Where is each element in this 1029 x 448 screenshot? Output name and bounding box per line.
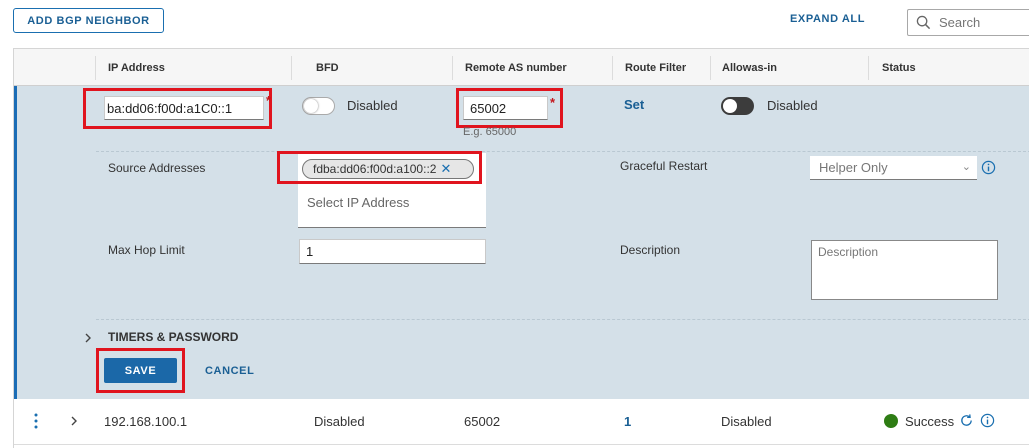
highlight-ip-address	[83, 88, 272, 129]
column-header-status[interactable]: Status	[882, 62, 916, 74]
timers-password-section[interactable]: TIMERS & PASSWORD	[108, 330, 238, 344]
highlight-remote-as	[456, 88, 563, 128]
allowas-in-state-label: Disabled	[767, 98, 818, 113]
column-header-remote-as[interactable]: Remote AS number	[465, 62, 567, 74]
route-filter-set-link[interactable]: Set	[624, 97, 644, 112]
graceful-restart-value: Helper Only	[819, 160, 888, 175]
row-remote-as: 65002	[464, 414, 501, 429]
chevron-down-icon: ⌄	[961, 161, 971, 173]
select-ip-placeholder[interactable]: Select IP Address	[307, 195, 409, 210]
description-textarea[interactable]: Description	[811, 240, 998, 300]
search-icon	[916, 15, 931, 30]
status-success-dot	[884, 414, 898, 428]
column-header-bfd[interactable]: BFD	[316, 62, 339, 74]
bfd-toggle[interactable]	[302, 97, 335, 115]
info-icon[interactable]	[980, 413, 995, 428]
row-allowas-in: Disabled	[721, 414, 772, 429]
highlight-source-address	[277, 151, 482, 184]
column-header-route-filter[interactable]: Route Filter	[625, 62, 686, 74]
chevron-right-icon[interactable]	[69, 415, 79, 427]
graceful-restart-select[interactable]: Helper Only ⌄	[810, 156, 977, 180]
description-label: Description	[620, 243, 681, 257]
source-addresses-label: Source Addresses	[108, 161, 206, 175]
max-hop-limit-label: Max Hop Limit	[108, 243, 185, 257]
search-input[interactable]	[937, 14, 1027, 31]
highlight-save	[96, 348, 185, 393]
expand-all-button[interactable]: EXPAND ALL	[790, 13, 865, 25]
more-vertical-icon[interactable]	[33, 412, 39, 430]
info-icon[interactable]	[981, 160, 996, 175]
add-bgp-neighbor-button[interactable]: ADD BGP NEIGHBOR	[13, 8, 164, 33]
required-mark: *	[266, 93, 272, 108]
graceful-restart-label: Graceful Restart	[620, 159, 708, 173]
chevron-right-icon[interactable]	[83, 332, 93, 344]
bfd-state-label: Disabled	[347, 98, 398, 113]
row-ip-address: 192.168.100.1	[104, 414, 188, 429]
search-box[interactable]	[907, 9, 1029, 36]
row-route-filter-link[interactable]: 1	[624, 414, 631, 429]
cancel-button[interactable]: CANCEL	[205, 365, 254, 377]
allowas-in-toggle[interactable]	[721, 97, 754, 115]
row-status: Success	[905, 414, 955, 429]
max-hop-limit-input[interactable]: 1	[299, 239, 486, 264]
column-header-ip-address[interactable]: IP Address	[108, 62, 165, 74]
refresh-icon[interactable]	[959, 413, 974, 428]
remote-as-hint: E.g. 65000	[463, 126, 517, 138]
required-mark: *	[550, 95, 556, 110]
column-header-allowas-in[interactable]: Allowas-in	[722, 62, 777, 74]
row-bfd: Disabled	[314, 414, 365, 429]
